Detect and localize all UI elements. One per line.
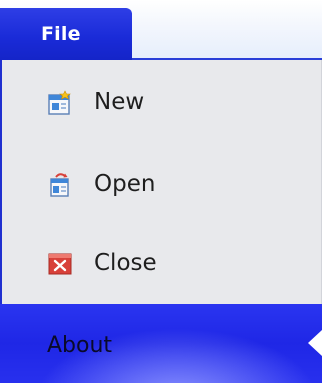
menu-item-open[interactable]: Open <box>0 148 320 224</box>
menu-item-label: Close <box>94 250 157 276</box>
open-document-icon <box>47 172 73 198</box>
menu-item-new[interactable]: New <box>0 66 320 142</box>
application-window: File New Open Close About <box>0 0 322 383</box>
file-tab[interactable]: File <box>0 8 132 62</box>
menu-item-label: New <box>94 89 145 115</box>
close-icon <box>47 251 73 277</box>
new-document-icon <box>47 90 73 116</box>
selection-pointer <box>308 330 322 356</box>
menu-item-close[interactable]: Close <box>0 227 320 303</box>
backstage-menu: New Open Close <box>0 60 322 304</box>
menu-item-label: Open <box>94 171 156 197</box>
menu-item-about[interactable]: About <box>0 304 322 383</box>
about-label: About <box>47 333 113 358</box>
file-tab-label: File <box>41 23 81 45</box>
menu-border <box>0 60 2 304</box>
